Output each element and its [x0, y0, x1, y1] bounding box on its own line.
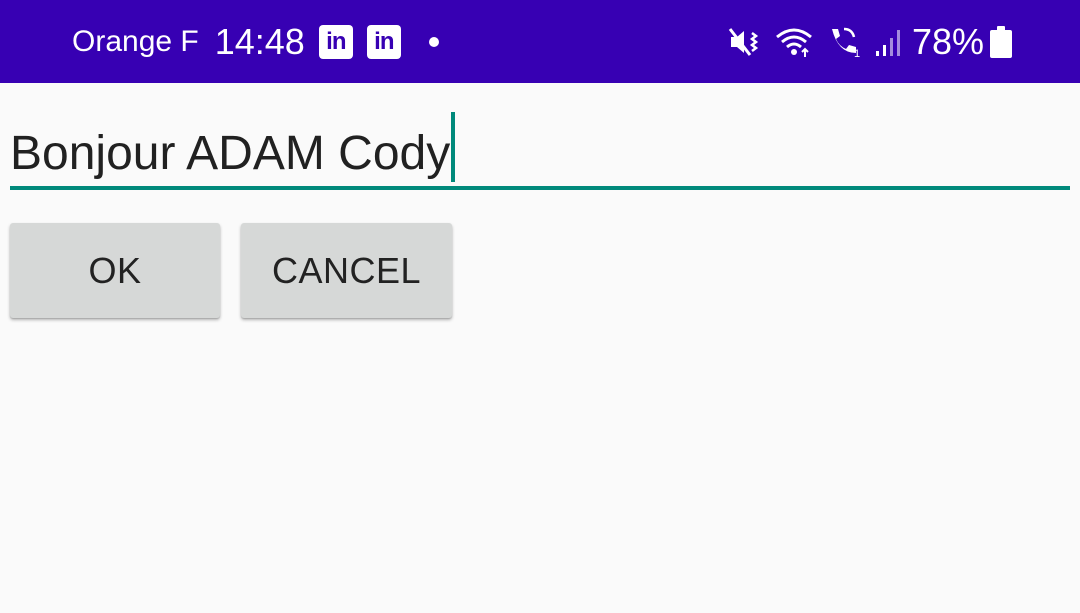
battery-percent: 78%	[911, 20, 984, 62]
mute-vibrate-icon	[728, 27, 759, 56]
status-bar-left: Orange F 14:48 in in	[72, 0, 439, 83]
carrier-name: Orange F	[72, 24, 199, 58]
name-input-text: Bonjour ADAM Cody	[10, 126, 451, 180]
wifi-calling-icon: 1	[831, 27, 860, 59]
status-bar-right: 1 78%	[716, 0, 1012, 83]
notification-dot-icon	[428, 36, 439, 47]
signal-icon	[875, 29, 900, 56]
svg-text:1: 1	[854, 48, 860, 59]
text-cursor	[451, 112, 456, 182]
cancel-button[interactable]: CANCEL	[241, 223, 452, 318]
status-bar: Orange F 14:48 in in 1 78%	[0, 0, 1080, 83]
name-input-value[interactable]: Bonjour ADAM Cody	[10, 112, 456, 188]
status-clock: 14:48	[214, 20, 305, 62]
linkedin-icon: in	[318, 24, 353, 59]
battery-icon	[990, 25, 1012, 58]
name-input[interactable]: Bonjour ADAM Cody	[10, 100, 1070, 190]
wifi-icon	[775, 28, 812, 57]
linkedin-icon: in	[366, 24, 401, 59]
ok-button[interactable]: OK	[10, 223, 220, 318]
